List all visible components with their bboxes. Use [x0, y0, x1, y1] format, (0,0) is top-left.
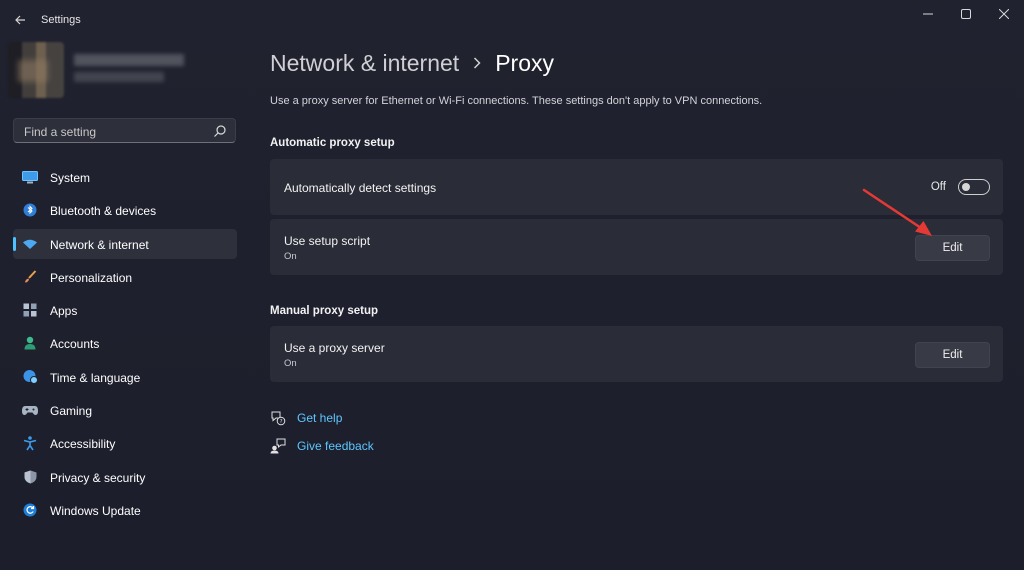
- get-help-link[interactable]: ? Get help: [270, 409, 342, 427]
- card-setup-script: Use setup script On Edit: [270, 219, 1003, 275]
- sidebar-item-personalization[interactable]: Personalization: [13, 262, 237, 292]
- title-bar: Settings: [0, 0, 1024, 40]
- page-description: Use a proxy server for Ethernet or Wi-Fi…: [270, 95, 763, 107]
- sidebar-item-system[interactable]: System: [13, 162, 237, 192]
- minimize-icon: [923, 13, 933, 15]
- back-arrow-icon: [15, 15, 25, 25]
- breadcrumb: Network & internet Proxy: [270, 48, 554, 78]
- sidebar-item-label: Personalization: [50, 270, 133, 285]
- help-chat-icon: ?: [270, 410, 286, 426]
- feedback-icon: [270, 438, 286, 454]
- sidebar-item-label: Privacy & security: [50, 470, 146, 485]
- sidebar-item-bluetooth[interactable]: Bluetooth & devices: [13, 195, 237, 225]
- sidebar-item-label: Network & internet: [50, 237, 149, 252]
- sidebar-item-label: Bluetooth & devices: [50, 204, 157, 219]
- wifi-icon: [22, 237, 38, 251]
- apps-grid-icon: [22, 303, 38, 317]
- user-email-blurred: [74, 72, 164, 82]
- page-title: Proxy: [495, 49, 554, 76]
- globe-clock-icon: [22, 370, 38, 385]
- search-icon[interactable]: [213, 124, 227, 138]
- back-button[interactable]: [8, 9, 32, 31]
- section-title-manual: Manual proxy setup: [270, 305, 378, 317]
- user-name-blurred: [74, 54, 184, 66]
- user-profile[interactable]: [8, 42, 188, 98]
- maximize-icon: [961, 9, 971, 19]
- toggle-knob: [962, 182, 970, 191]
- search-input[interactable]: [22, 122, 216, 142]
- sidebar-item-accounts[interactable]: Accounts: [13, 328, 237, 358]
- sidebar-item-privacy[interactable]: Privacy & security: [13, 462, 237, 492]
- toggle-state-label: Off: [930, 181, 946, 193]
- close-button[interactable]: [986, 0, 1022, 28]
- sidebar-nav: System Bluetooth & devices Network & int…: [13, 162, 237, 528]
- monitor-icon: [22, 170, 38, 184]
- sidebar-item-time-language[interactable]: Time & language: [13, 362, 237, 392]
- get-help-label: Get help: [297, 411, 343, 425]
- sidebar-item-windows-update[interactable]: Windows Update: [13, 495, 237, 525]
- app-title: Settings: [41, 14, 81, 26]
- auto-detect-toggle[interactable]: [958, 179, 990, 195]
- breadcrumb-parent-link[interactable]: Network & internet: [270, 50, 459, 77]
- sidebar-item-gaming[interactable]: Gaming: [13, 395, 237, 425]
- search-box: [13, 118, 236, 143]
- sidebar-item-label: Windows Update: [50, 503, 141, 518]
- proxy-server-status: On: [284, 358, 297, 369]
- sidebar-item-label: Gaming: [50, 404, 93, 419]
- setup-script-status: On: [284, 251, 297, 262]
- chevron-right-icon: [473, 53, 481, 74]
- sidebar-item-label: Accessibility: [50, 437, 116, 452]
- give-feedback-label: Give feedback: [297, 439, 374, 453]
- avatar: [8, 42, 64, 98]
- settings-window: Settings System: [0, 0, 1024, 570]
- person-icon: [22, 336, 38, 350]
- proxy-server-edit-button[interactable]: Edit: [915, 342, 990, 368]
- bluetooth-icon: [22, 203, 38, 217]
- section-title-automatic: Automatic proxy setup: [270, 137, 395, 149]
- give-feedback-link[interactable]: Give feedback: [270, 437, 374, 455]
- gamepad-icon: [22, 403, 38, 417]
- sidebar-item-label: Time & language: [50, 370, 141, 385]
- shield-icon: [22, 470, 38, 484]
- accessibility-icon: [22, 436, 38, 451]
- minimize-button[interactable]: [910, 0, 946, 28]
- sidebar-item-network[interactable]: Network & internet: [13, 228, 237, 259]
- proxy-server-label: Use a proxy server: [284, 341, 385, 355]
- setup-script-edit-button[interactable]: Edit: [915, 235, 990, 261]
- maximize-button[interactable]: [948, 0, 984, 28]
- brush-icon: [22, 270, 38, 284]
- update-icon: [22, 503, 38, 517]
- setup-script-label: Use setup script: [284, 234, 371, 248]
- sidebar-item-apps[interactable]: Apps: [13, 295, 237, 325]
- card-proxy-server: Use a proxy server On Edit: [270, 326, 1003, 382]
- auto-detect-label: Automatically detect settings: [284, 181, 437, 195]
- card-auto-detect: Automatically detect settings Off: [270, 159, 1003, 215]
- sidebar-item-accessibility[interactable]: Accessibility: [13, 428, 237, 458]
- sidebar-item-label: Apps: [50, 304, 78, 319]
- close-icon: [999, 9, 1009, 19]
- svg-text:?: ?: [280, 419, 283, 425]
- sidebar-item-label: System: [50, 171, 91, 185]
- sidebar-item-label: Accounts: [50, 337, 100, 352]
